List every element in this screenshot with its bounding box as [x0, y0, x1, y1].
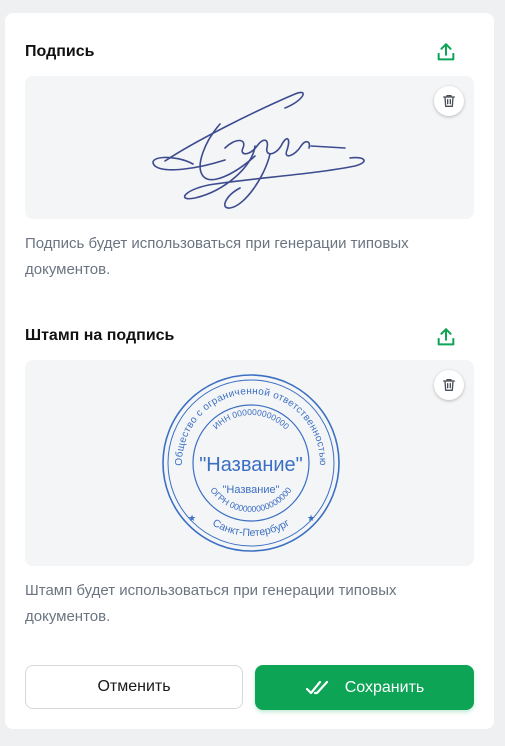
save-button-label: Сохранить: [344, 678, 425, 696]
stamp-star-right: ★: [307, 513, 315, 523]
save-button[interactable]: Сохранить: [255, 665, 474, 710]
stamp-image: Общество с ограниченной ответственностью…: [162, 374, 340, 552]
signature-preview: [25, 76, 474, 219]
stamp-inn-text: ИНН 000000000000: [211, 407, 292, 432]
stamp-delete-button[interactable]: [434, 370, 464, 400]
signature-section-title: Подпись: [25, 43, 95, 60]
stamp-name-small: "Название": [223, 484, 280, 496]
stamp-name-large: "Название": [199, 454, 303, 476]
upload-icon: [437, 328, 455, 346]
signature-image: [152, 91, 365, 209]
upload-icon: [437, 43, 455, 61]
trash-icon: [443, 95, 455, 107]
signature-settings-card: Подпись Подпись будет использоваться при…: [5, 13, 494, 729]
trash-icon: [443, 379, 455, 391]
signature-hint: Подпись будет использоваться при генерац…: [25, 235, 409, 278]
double-check-icon: [305, 680, 328, 694]
signature-delete-button[interactable]: [434, 86, 464, 116]
cancel-button[interactable]: Отменить: [25, 665, 243, 709]
stamp-star-left: ★: [188, 513, 196, 523]
stamp-upload-button[interactable]: [432, 323, 460, 351]
cancel-button-label: Отменить: [97, 678, 171, 695]
stamp-city-text: Санкт-Петербург: [210, 517, 291, 539]
stamp-section-title: Штамп на подпись: [25, 327, 175, 344]
signature-upload-button[interactable]: [432, 38, 460, 66]
svg-text:ИНН 000000000000: ИНН 000000000000: [211, 407, 292, 432]
stamp-hint: Штамп будет использоваться при генерации…: [25, 582, 397, 625]
stamp-preview: Общество с ограниченной ответственностью…: [25, 360, 474, 566]
svg-text:Санкт-Петербург: Санкт-Петербург: [210, 517, 291, 539]
